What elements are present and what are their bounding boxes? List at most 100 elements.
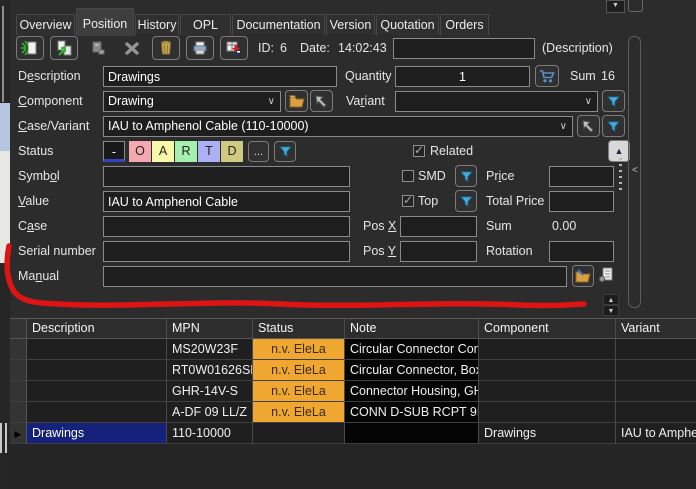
status-more-button[interactable]: ... <box>248 141 269 162</box>
status-option-r[interactable]: R <box>175 141 197 162</box>
cell-note[interactable]: Circular Connector Cont <box>345 339 479 360</box>
cell-mpn[interactable]: GHR-14V-S <box>167 381 253 402</box>
toolbar-delete-button[interactable] <box>118 36 146 60</box>
partial-button[interactable] <box>628 0 643 12</box>
cell-description[interactable] <box>27 339 167 360</box>
column-header-note[interactable]: Note <box>345 319 479 339</box>
smd-filter-button[interactable] <box>455 165 477 187</box>
manual-browse-button[interactable] <box>572 265 594 287</box>
cell-description[interactable] <box>27 402 167 423</box>
manual-open-document-button[interactable] <box>597 266 617 286</box>
price-field[interactable] <box>549 166 614 187</box>
variant-filter-button[interactable] <box>602 90 625 112</box>
status-option-none[interactable]: - <box>103 141 125 162</box>
splitter-handle[interactable] <box>619 158 622 194</box>
export-save-icon <box>225 39 243 57</box>
value-field[interactable] <box>103 191 350 212</box>
row-spin-down-button[interactable]: ▼ <box>603 305 619 316</box>
cart-button[interactable] <box>535 65 559 87</box>
tab-documentation[interactable]: Documentation <box>232 14 325 35</box>
column-header-component[interactable]: Component <box>479 319 616 339</box>
cell-variant[interactable] <box>616 339 696 360</box>
partial-dropdown-icon[interactable]: ▼ <box>606 0 625 13</box>
table-row-selected[interactable]: ▶ Drawings 110-10000 Drawings IAU to Amp… <box>10 423 696 444</box>
pos-x-field[interactable] <box>400 216 477 237</box>
tab-overview[interactable]: Overview <box>16 14 75 35</box>
top-filter-button[interactable] <box>455 190 477 212</box>
cell-component[interactable] <box>479 402 616 423</box>
row-spin-up-button[interactable]: ▲ <box>603 294 619 305</box>
smd-checkbox[interactable] <box>402 170 414 182</box>
case-variant-dropdown[interactable]: IAU to Amphenol Cable (110-10000)∨ <box>103 116 573 137</box>
cell-variant[interactable] <box>616 381 696 402</box>
table-row[interactable]: RT0W01626SNH n.v. EleLa Circular Connect… <box>10 360 696 381</box>
cell-status[interactable]: n.v. EleLa <box>253 381 345 402</box>
quantity-field[interactable] <box>395 66 530 87</box>
top-checkbox[interactable]: ✓ <box>402 195 414 207</box>
pos-y-field[interactable] <box>400 241 477 262</box>
symbol-field[interactable] <box>103 166 350 187</box>
cell-status[interactable]: n.v. EleLa <box>253 402 345 423</box>
case-variant-filter-button[interactable] <box>602 115 625 137</box>
cell-component[interactable]: Drawings <box>479 423 616 444</box>
cell-component[interactable] <box>479 360 616 381</box>
table-row[interactable]: MS20W23F n.v. EleLa Circular Connector C… <box>10 339 696 360</box>
table-row[interactable]: A-DF 09 LL/Z n.v. EleLa CONN D-SUB RCPT … <box>10 402 696 423</box>
tab-version[interactable]: Version <box>326 14 375 35</box>
column-header-description[interactable]: Description <box>27 319 167 339</box>
cell-note[interactable] <box>345 423 479 444</box>
description-field[interactable] <box>103 66 337 87</box>
cell-variant[interactable] <box>616 360 696 381</box>
case-field[interactable] <box>103 216 350 237</box>
toolbar-trash-button[interactable] <box>152 36 180 60</box>
column-header-mpn[interactable]: MPN <box>167 319 253 339</box>
component-dropdown[interactable]: Drawing∨ <box>103 91 281 112</box>
tab-position[interactable]: Position <box>76 8 134 36</box>
serial-number-field[interactable] <box>103 241 350 262</box>
tab-opl[interactable]: OPL <box>180 14 231 35</box>
toolbar-export-button[interactable] <box>220 36 248 60</box>
toolbar-new-button[interactable] <box>16 36 44 60</box>
status-option-t[interactable]: T <box>198 141 220 162</box>
cell-mpn[interactable]: A-DF 09 LL/Z <box>167 402 253 423</box>
case-variant-assign-button[interactable] <box>577 115 600 137</box>
cell-status[interactable] <box>253 423 345 444</box>
cell-note[interactable]: Connector Housing, GH <box>345 381 479 402</box>
status-option-d[interactable]: D <box>221 141 243 162</box>
cell-description[interactable]: Drawings <box>27 423 167 444</box>
status-option-o[interactable]: O <box>129 141 151 162</box>
variant-dropdown[interactable]: ∨ <box>395 91 598 112</box>
tab-quotation[interactable]: Quotation <box>376 14 439 35</box>
component-assign-button[interactable] <box>310 90 333 112</box>
cell-component[interactable] <box>479 339 616 360</box>
cell-component[interactable] <box>479 381 616 402</box>
cell-note[interactable]: Circular Connector, Box <box>345 360 479 381</box>
component-open-folder-button[interactable] <box>285 90 308 112</box>
description-search-input[interactable] <box>393 38 535 59</box>
cell-variant[interactable]: IAU to Amphenol Cable <box>616 423 696 444</box>
cell-description[interactable] <box>27 381 167 402</box>
cell-mpn[interactable]: 110-10000 <box>167 423 253 444</box>
related-checkbox[interactable]: ✓ <box>413 145 425 157</box>
cell-mpn[interactable]: RT0W01626SNH <box>167 360 253 381</box>
table-row[interactable]: GHR-14V-S n.v. EleLa Connector Housing, … <box>10 381 696 402</box>
toolbar-copy-button[interactable] <box>50 36 78 60</box>
toolbar-paste-button[interactable] <box>84 36 112 60</box>
rotation-field[interactable] <box>549 241 614 262</box>
cell-status[interactable]: n.v. EleLa <box>253 360 345 381</box>
status-filter-button[interactable] <box>274 141 296 162</box>
cell-status[interactable]: n.v. EleLa <box>253 339 345 360</box>
column-header-status[interactable]: Status <box>253 319 345 339</box>
tab-history[interactable]: History <box>135 14 179 35</box>
side-panel-collapsed[interactable]: < <box>628 36 641 308</box>
column-header-variant[interactable]: Variant <box>616 319 696 339</box>
status-option-a[interactable]: A <box>152 141 174 162</box>
cell-description[interactable] <box>27 360 167 381</box>
cell-mpn[interactable]: MS20W23F <box>167 339 253 360</box>
cell-note[interactable]: CONN D-SUB RCPT 9PO <box>345 402 479 423</box>
toolbar-print-button[interactable] <box>186 36 214 60</box>
total-price-field[interactable] <box>549 191 614 212</box>
manual-field[interactable] <box>103 266 567 287</box>
tab-orders[interactable]: Orders <box>440 14 489 35</box>
cell-variant[interactable] <box>616 402 696 423</box>
